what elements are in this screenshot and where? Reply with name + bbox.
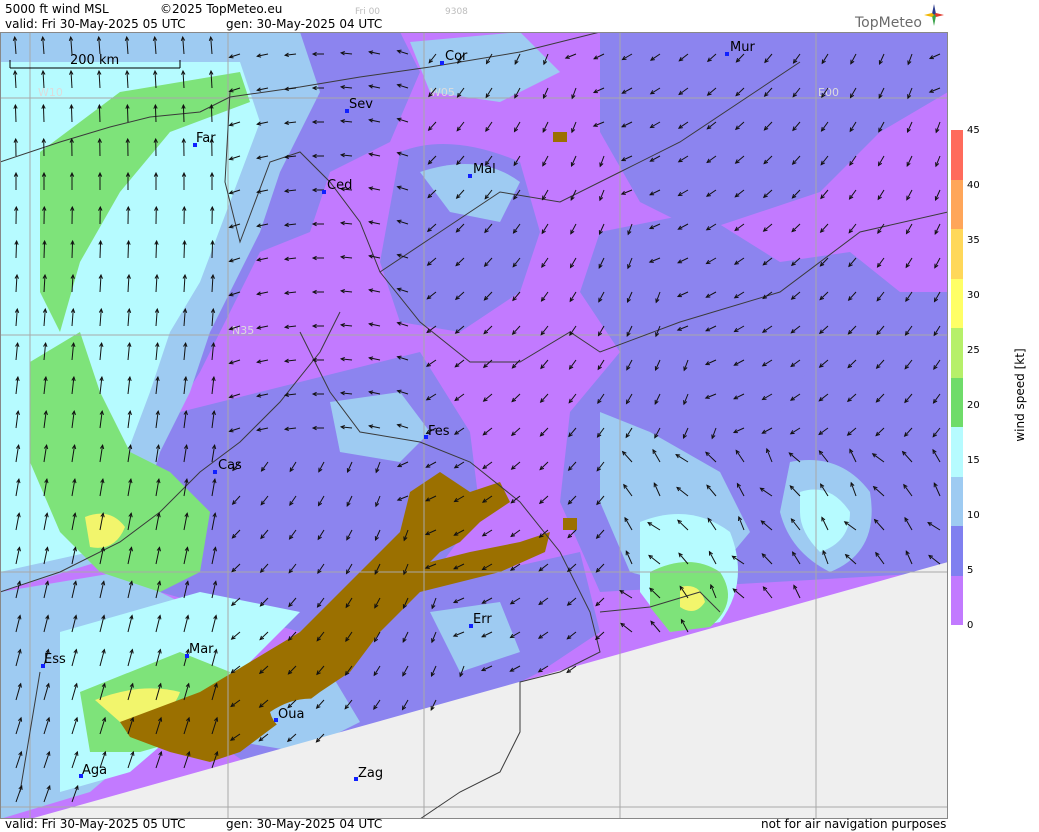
product-title: 5000 ft wind MSL — [5, 2, 109, 16]
compass-logo-icon — [924, 4, 944, 26]
terrain-peak — [553, 132, 567, 142]
city-label-aga: Aga — [82, 763, 107, 778]
valid-time: valid: Fri 30-May-2025 05 UTC — [5, 17, 186, 31]
footer-generated-time: gen: 30-May-2025 04 UTC — [226, 817, 383, 831]
city-marker-ced[interactable] — [322, 190, 326, 194]
grid-label-w05: W05 — [430, 86, 455, 99]
city-marker-mal[interactable] — [468, 174, 472, 178]
colorbar-band — [951, 328, 963, 378]
colorbar-band — [951, 229, 963, 279]
city-label-far: Far — [196, 131, 216, 146]
city-label-cas: Cas — [218, 458, 242, 473]
city-marker-cas[interactable] — [213, 470, 217, 474]
colorbar-tick-45: 45 — [967, 125, 980, 136]
colorbar-band — [951, 377, 963, 427]
generated-time: gen: 30-May-2025 04 UTC — [226, 17, 383, 31]
wind-arrow-shaft — [99, 240, 102, 259]
wind-arrow-shaft — [98, 104, 101, 123]
colorbar-tick-5: 5 — [967, 565, 974, 576]
wind-speed-colorbar — [951, 130, 963, 625]
colorbar-band — [951, 179, 963, 229]
grid-label-w10: W10 — [38, 86, 63, 99]
colorbar-tick-15: 15 — [967, 455, 980, 466]
wind-arrow-shaft — [182, 104, 185, 123]
colorbar-band — [951, 575, 963, 625]
topmeteo-logo[interactable]: TopMeteo — [855, 15, 922, 31]
city-label-zag: Zag — [358, 766, 383, 781]
city-label-mal: Mal — [473, 162, 496, 177]
colorbar-band — [951, 427, 963, 477]
city-label-sev: Sev — [349, 97, 373, 112]
wind-arrow-shaft — [210, 104, 213, 123]
colorbar-tick-0: 0 — [967, 620, 974, 631]
city-label-fes: Fes — [428, 424, 450, 439]
colorbar-band — [951, 526, 963, 576]
wind-arrow-shaft — [15, 240, 18, 259]
city-label-err: Err — [473, 612, 492, 627]
run-code: 9308 — [445, 7, 468, 17]
colorbar-tick-25: 25 — [967, 345, 980, 356]
wind-arrow-shaft — [126, 104, 129, 123]
terrain-peak — [563, 518, 577, 530]
copyright: ©2025 TopMeteo.eu — [160, 2, 283, 16]
wind-arrow-shaft — [211, 240, 214, 259]
footer-disclaimer: not for air navigation purposes — [761, 817, 947, 831]
colorbar-tick-10: 10 — [967, 510, 980, 521]
footer-valid-time: valid: Fri 30-May-2025 05 UTC — [5, 817, 186, 831]
wind-arrow-shaft — [71, 240, 74, 259]
colorbar-band — [951, 278, 963, 328]
colorbar-tick-40: 40 — [967, 180, 980, 191]
wind-arrow-shaft — [43, 240, 46, 259]
colorbar-band — [951, 130, 963, 180]
wind-arrow-shaft — [183, 240, 186, 259]
colorbar-tick-30: 30 — [967, 290, 980, 301]
grid-label-e00: E00 — [818, 86, 839, 99]
wind-map[interactable]: 200 km W10 W05 E00 N35 Cor Mur Sev Far M… — [0, 32, 948, 819]
city-label-mur: Mur — [730, 40, 755, 55]
grid-label-n35: N35 — [232, 324, 254, 337]
city-marker-cor[interactable] — [440, 61, 444, 65]
city-label-oua: Oua — [278, 707, 304, 722]
city-label-ess: Ess — [44, 652, 66, 667]
wind-arrow-shaft — [127, 240, 130, 259]
wind-arrow-shaft — [154, 104, 157, 123]
colorbar-band — [951, 476, 963, 526]
wind-arrow-shaft — [14, 104, 17, 123]
city-marker-mur[interactable] — [725, 52, 729, 56]
wind-arrow-shaft — [70, 104, 73, 123]
wind-arrow-shaft — [42, 104, 45, 123]
scale-bar-label: 200 km — [70, 53, 119, 68]
city-label-ced: Ced — [327, 178, 352, 193]
city-label-cor: Cor — [445, 49, 468, 64]
wind-arrow-shaft — [155, 240, 158, 259]
colorbar-title: wind speed [kt] — [1013, 348, 1027, 442]
colorbar-tick-20: 20 — [967, 400, 980, 411]
colorbar-tick-35: 35 — [967, 235, 980, 246]
city-label-mar: Mar — [189, 642, 214, 657]
